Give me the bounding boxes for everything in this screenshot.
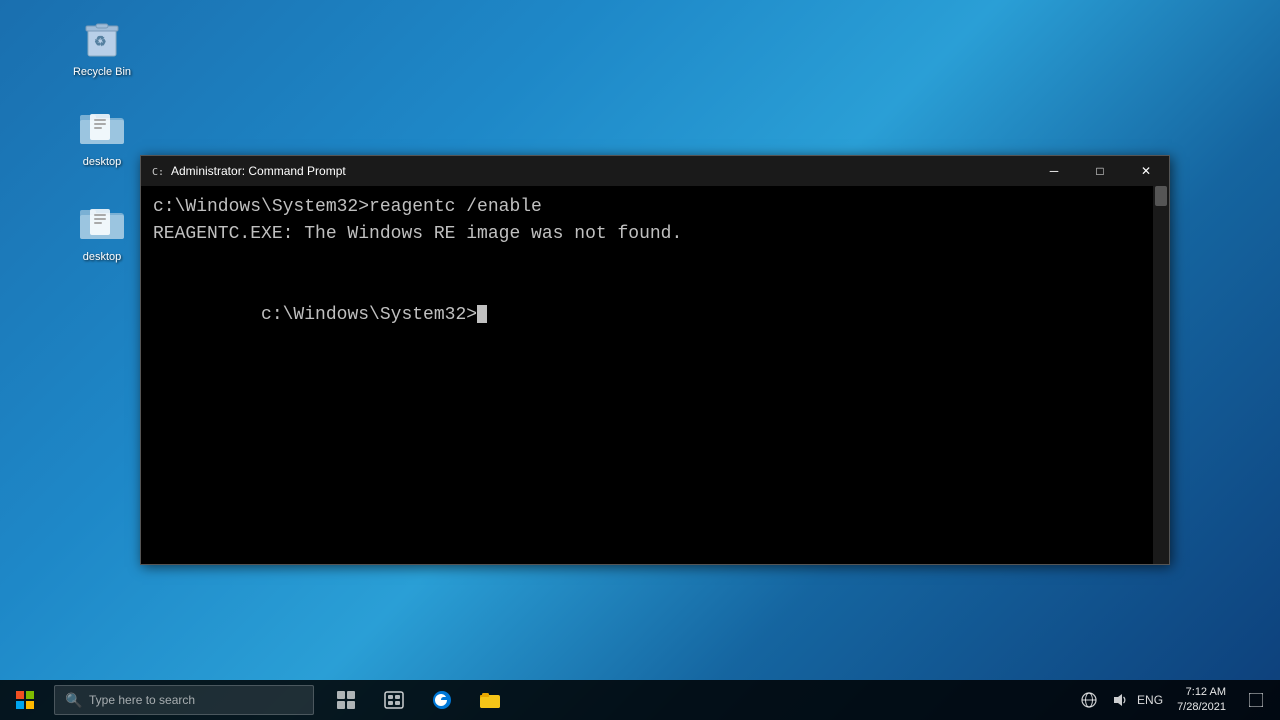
maximize-button[interactable]: □ bbox=[1077, 156, 1123, 186]
taskbar-app-explorer[interactable] bbox=[466, 680, 514, 720]
taskbar-apps bbox=[322, 680, 514, 720]
cmd-line-1: c:\Windows\System32>reagentc /enable bbox=[153, 194, 1141, 221]
cmd-titlebar-icon: C:\ bbox=[149, 163, 165, 179]
notification-button[interactable] bbox=[1240, 680, 1272, 720]
cmd-title-text: Administrator: Command Prompt bbox=[171, 164, 1161, 178]
desktop-icon-1[interactable]: desktop bbox=[62, 100, 142, 173]
desktop-icon-1-image bbox=[78, 104, 126, 152]
desktop-icon-1-label: desktop bbox=[83, 156, 122, 169]
cmd-cursor bbox=[477, 305, 487, 323]
recycle-bin-label: Recycle Bin bbox=[73, 66, 131, 79]
close-button[interactable]: ✕ bbox=[1123, 156, 1169, 186]
search-placeholder: Type here to search bbox=[89, 693, 195, 707]
recycle-bin-icon[interactable]: ♻ Recycle Bin bbox=[62, 10, 142, 83]
cmd-line-4: c:\Windows\System32> bbox=[153, 275, 1141, 356]
cmd-scrollbar[interactable] bbox=[1153, 186, 1169, 564]
language-globe-icon[interactable] bbox=[1077, 688, 1101, 712]
clock-time: 7:12 AM bbox=[1186, 685, 1226, 700]
speaker-icon[interactable] bbox=[1107, 688, 1131, 712]
system-clock[interactable]: 7:12 AM 7/28/2021 bbox=[1169, 685, 1234, 716]
cmd-titlebar: C:\ Administrator: Command Prompt ─ □ ✕ bbox=[141, 156, 1169, 186]
taskbar: 🔍 Type here to search bbox=[0, 680, 1280, 720]
system-tray: ENG 7:12 AM 7/28/2021 bbox=[1069, 680, 1280, 720]
cmd-body[interactable]: c:\Windows\System32>reagentc /enable REA… bbox=[141, 186, 1169, 564]
minimize-button[interactable]: ─ bbox=[1031, 156, 1077, 186]
recycle-bin-image: ♻ bbox=[78, 14, 126, 62]
cmd-line-2: REAGENTC.EXE: The Windows RE image was n… bbox=[153, 221, 1141, 248]
start-button[interactable] bbox=[0, 680, 50, 720]
taskbar-app-taskmanager[interactable] bbox=[370, 680, 418, 720]
desktop-icon-2-label: desktop bbox=[83, 251, 122, 264]
svg-text:C:\: C:\ bbox=[152, 167, 164, 178]
desktop: ♻ Recycle Bin desktop bbox=[0, 0, 1280, 680]
svg-text:♻: ♻ bbox=[94, 33, 107, 49]
desktop-icon-2-image bbox=[78, 199, 126, 247]
search-icon: 🔍 bbox=[65, 692, 81, 708]
taskbar-app-edge[interactable] bbox=[418, 680, 466, 720]
language-label[interactable]: ENG bbox=[1137, 693, 1163, 707]
cmd-line-3 bbox=[153, 248, 1141, 275]
search-bar[interactable]: 🔍 Type here to search bbox=[54, 685, 314, 715]
desktop-icon-2[interactable]: desktop bbox=[62, 195, 142, 268]
cmd-titlebar-buttons: ─ □ ✕ bbox=[1031, 156, 1169, 186]
cmd-scrollbar-thumb bbox=[1155, 186, 1167, 206]
clock-date: 7/28/2021 bbox=[1177, 700, 1226, 715]
taskbar-app-taskview[interactable] bbox=[322, 680, 370, 720]
cmd-window: C:\ Administrator: Command Prompt ─ □ ✕ … bbox=[140, 155, 1170, 565]
